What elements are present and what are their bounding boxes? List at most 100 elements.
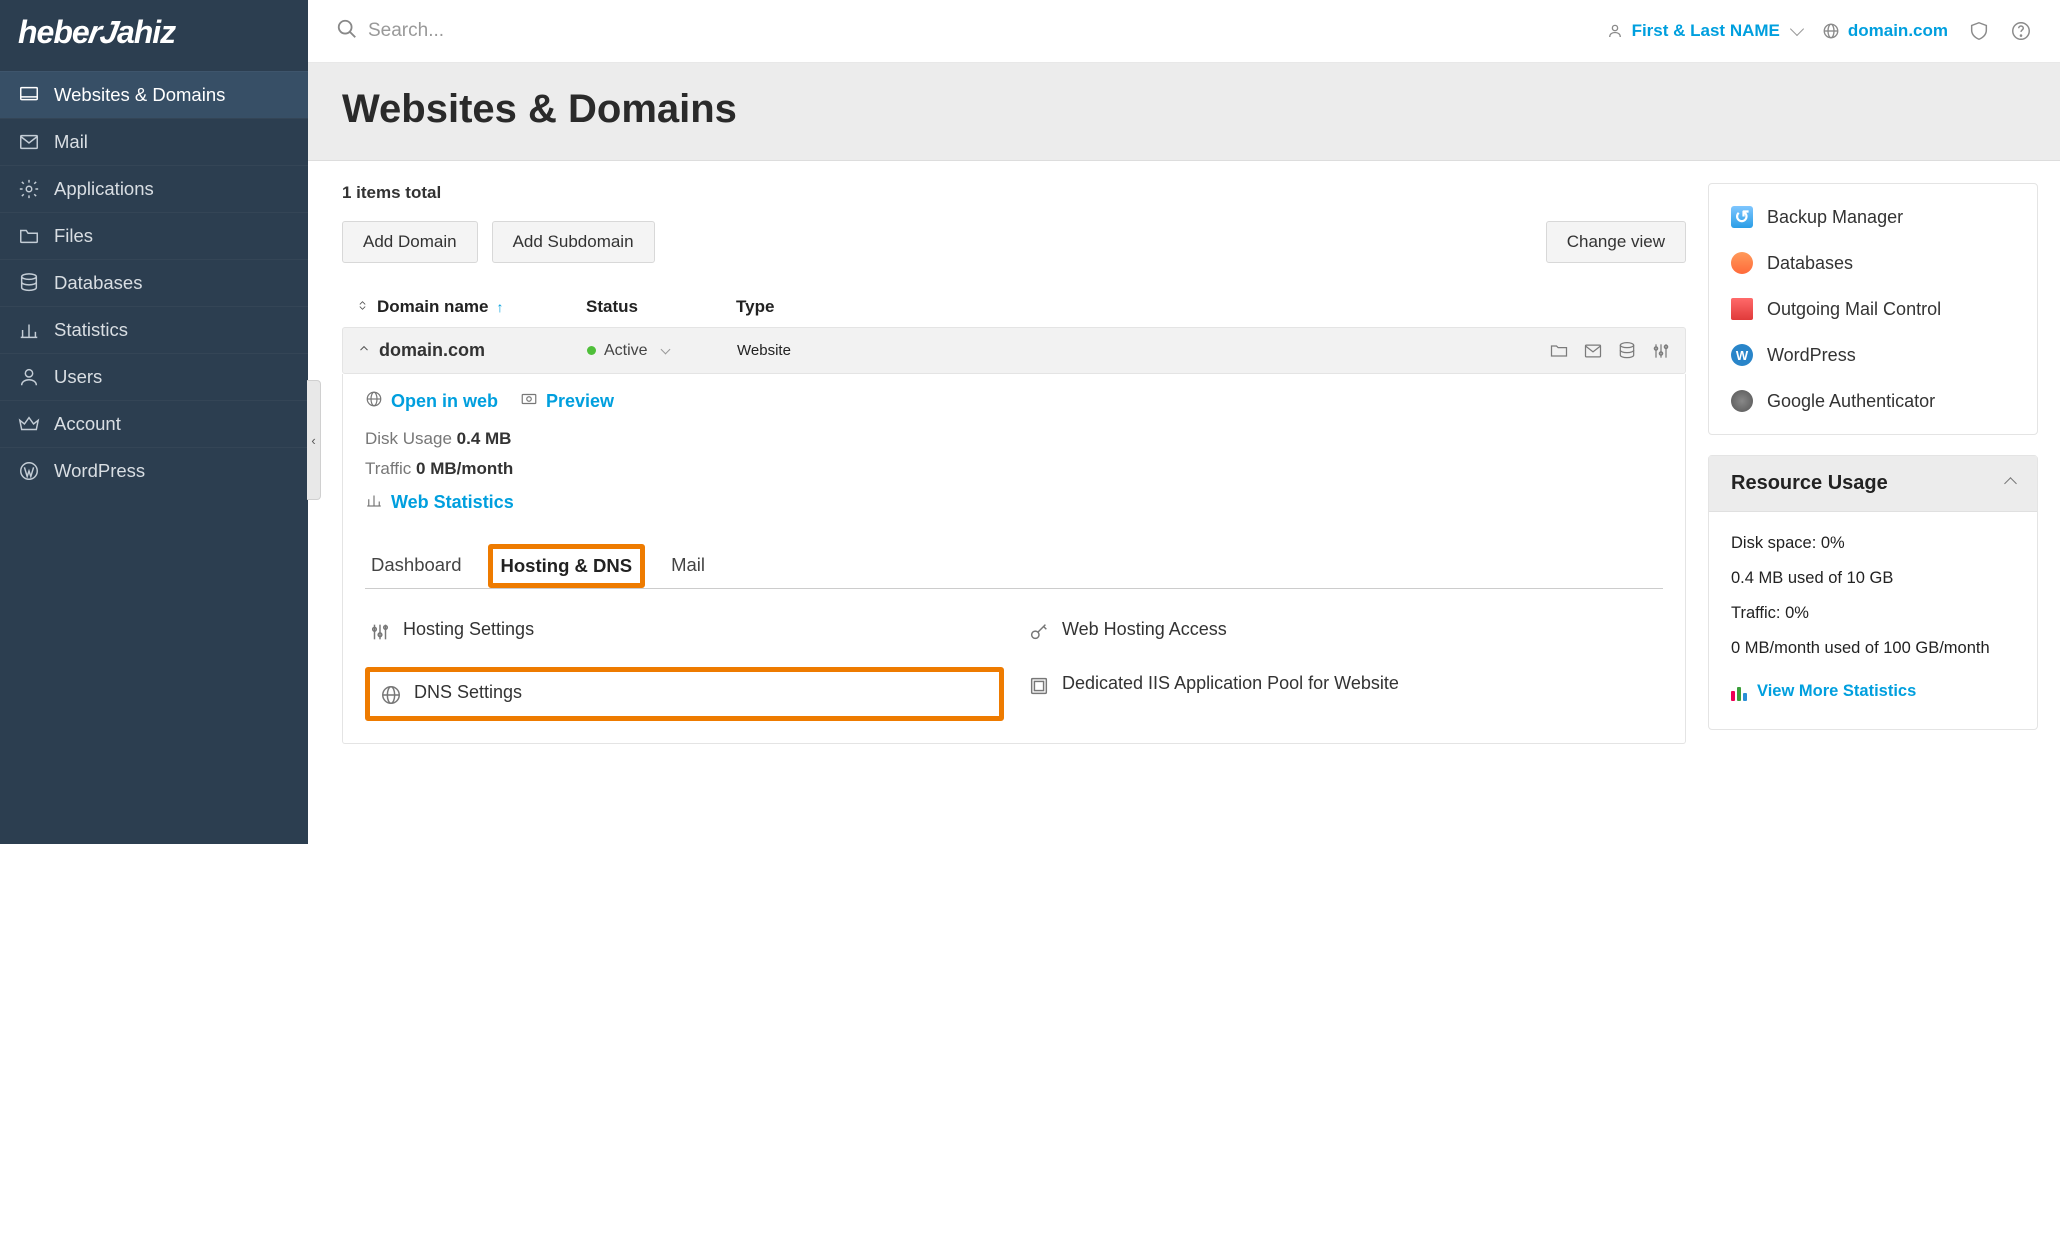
key-icon [1028,621,1050,643]
domain-row[interactable]: domain.com Active Website [342,327,1686,374]
bars-icon [365,491,383,514]
mail-icon[interactable] [1583,341,1603,361]
sidebar-item-mail[interactable]: Mail [0,118,308,165]
sidebar-item-label: Statistics [54,319,128,341]
backup-icon: ↺ [1731,206,1753,228]
globe-icon [1822,22,1840,40]
sort-asc-icon: ↑ [496,299,503,315]
chevron-up-icon [2004,477,2017,490]
folder-icon [18,225,40,247]
sidebar-item-files[interactable]: Files [0,212,308,259]
sidebar-item-users[interactable]: Users [0,353,308,400]
help-icon[interactable] [2010,20,2032,42]
search-icon [336,18,358,44]
status-pill[interactable]: Active [587,342,669,360]
side-link-wordpress[interactable]: W WordPress [1709,332,2037,378]
traffic-detail: 0 MB/month used of 100 GB/month [1731,631,2015,666]
sidebar-item-label: Files [54,225,93,247]
side-link-google-authenticator[interactable]: Google Authenticator [1709,378,2037,424]
action-row: Add Domain Add Subdomain Change view [342,221,1686,263]
domain-menu[interactable]: domain.com [1822,21,1948,41]
sidebar-item-label: Databases [54,272,142,294]
settings-grid: Hosting Settings Web Hosting Access DNS … [365,613,1663,721]
web-statistics-link[interactable]: Web Statistics [365,491,514,514]
database-icon[interactable] [1617,341,1637,361]
detail-tabs: Dashboard Hosting & DNS Mail [365,538,1663,589]
expand-all-icon[interactable] [356,297,369,317]
setting-web-hosting-access[interactable]: Web Hosting Access [1024,613,1663,649]
tools-panel: ↺ Backup Manager Databases Outgoing Mail… [1708,183,2038,435]
disk-usage-line: Disk Usage 0.4 MB [365,429,1663,449]
col-domain-label[interactable]: Domain name [377,297,488,317]
content-side: ↺ Backup Manager Databases Outgoing Mail… [1708,183,2038,750]
bars-icon [18,319,40,341]
search-wrap [336,18,1586,44]
chevron-down-icon [660,344,670,354]
preview-link[interactable]: Preview [520,390,614,413]
sidebar-item-websites-domains[interactable]: Websites & Domains [0,71,308,118]
sidebar-item-statistics[interactable]: Statistics [0,306,308,353]
traffic-line: Traffic: 0% [1731,596,2015,631]
page-title: Websites & Domains [342,87,2026,132]
files-icon[interactable] [1549,341,1569,361]
col-type-label[interactable]: Type [736,297,1672,317]
table-header: Domain name ↑ Status Type [342,287,1686,327]
change-view-button[interactable]: Change view [1546,221,1686,263]
globe-icon [380,684,402,706]
user-name: First & Last NAME [1632,21,1780,41]
add-subdomain-button[interactable]: Add Subdomain [492,221,655,263]
side-link-backup-manager[interactable]: ↺ Backup Manager [1709,194,2037,240]
globe-icon [365,390,383,413]
sidebar-item-wordpress[interactable]: WordPress [0,447,308,494]
user-menu[interactable]: First & Last NAME [1606,21,1802,41]
monitor-icon [18,84,40,106]
database-icon [18,272,40,294]
sidebar-item-applications[interactable]: Applications [0,165,308,212]
windows-icon [1028,675,1050,697]
domain-detail: Open in web Preview Disk Usage 0.4 MB Tr… [342,374,1686,744]
search-input[interactable] [368,20,668,42]
domain-label: domain.com [1848,21,1948,41]
sidebar-item-label: Websites & Domains [54,84,225,106]
add-domain-button[interactable]: Add Domain [342,221,478,263]
setting-hosting-settings[interactable]: Hosting Settings [365,613,1004,649]
mail-icon [18,131,40,153]
view-more-statistics-link[interactable]: View More Statistics [1731,674,1916,709]
col-status-label[interactable]: Status [586,297,736,317]
main-area: ‹ First & Last NAME domain.com Websites … [308,0,2060,844]
tab-dashboard[interactable]: Dashboard [365,544,468,588]
authenticator-icon [1731,390,1753,412]
open-in-web-link[interactable]: Open in web [365,390,498,413]
sidebar: heberJahiz Websites & Domains Mail Appli… [0,0,308,844]
shield-icon[interactable] [1968,20,1990,42]
eye-icon [520,390,538,413]
side-link-outgoing-mail[interactable]: Outgoing Mail Control [1709,286,2037,332]
tab-hosting-dns[interactable]: Hosting & DNS [488,544,646,588]
collapse-row-icon[interactable] [357,342,371,360]
side-link-databases[interactable]: Databases [1709,240,2037,286]
tab-mail[interactable]: Mail [665,544,711,588]
setting-dns-settings[interactable]: DNS Settings [365,667,1004,721]
crown-icon [18,413,40,435]
sidebar-item-label: Users [54,366,102,388]
chevron-down-icon [1790,22,1804,36]
status-dot-icon [587,346,596,355]
setting-iis-pool[interactable]: Dedicated IIS Application Pool for Websi… [1024,667,1663,721]
sidebar-item-label: Applications [54,178,154,200]
sidebar-collapse-handle[interactable]: ‹ [307,380,321,500]
disk-space-line: Disk space: 0% [1731,526,2015,561]
user-icon [18,366,40,388]
sidebar-item-account[interactable]: Account [0,400,308,447]
brand-logo: heberJahiz [0,0,308,71]
items-total: 1 items total [342,183,1686,203]
mail-icon [1731,298,1753,320]
disk-space-detail: 0.4 MB used of 10 GB [1731,561,2015,596]
sidebar-item-databases[interactable]: Databases [0,259,308,306]
sidebar-item-label: Account [54,413,121,435]
sidebar-item-label: WordPress [54,460,145,482]
status-text: Active [604,342,648,360]
resource-panel-header[interactable]: Resource Usage [1709,456,2037,512]
sliders-icon [369,621,391,643]
database-icon [1731,252,1753,274]
sliders-icon[interactable] [1651,341,1671,361]
